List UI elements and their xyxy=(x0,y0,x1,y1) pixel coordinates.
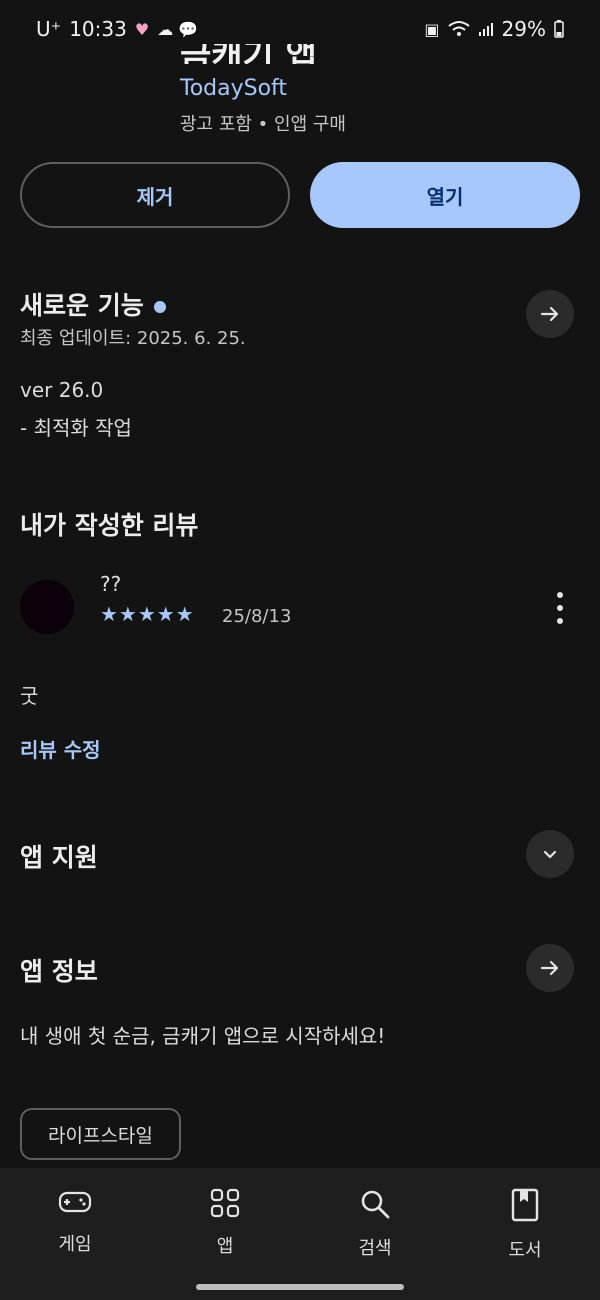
avatar xyxy=(20,580,74,634)
status-right: ▣ 29% xyxy=(424,17,564,41)
reviewer-name: ?? xyxy=(100,572,122,596)
nav-label-apps: 앱 xyxy=(216,1236,234,1257)
app-description: 내 생애 첫 순금, 금캐기 앱으로 시작하세요! xyxy=(20,1024,386,1048)
heart-icon: ♥ xyxy=(134,19,150,39)
arrow-right-icon xyxy=(540,960,559,976)
app-info-arrow-button[interactable] xyxy=(526,944,574,992)
clock: 10:33 xyxy=(69,17,127,41)
chevron-down-icon xyxy=(543,850,557,859)
category-chip[interactable]: 라이프스타일 xyxy=(20,1108,181,1160)
edit-review-link[interactable]: 리뷰 수정 xyxy=(20,734,101,763)
app-support-expand-button[interactable] xyxy=(526,830,574,878)
arrow-right-icon xyxy=(540,306,559,322)
signal-icon xyxy=(478,23,493,36)
search-icon xyxy=(361,1190,390,1219)
book-icon xyxy=(511,1188,539,1222)
release-note: - 최적화 작업 xyxy=(20,416,132,440)
last-updated: 최종 업데이트: 2025. 6. 25. xyxy=(20,328,246,349)
more-options-icon[interactable] xyxy=(548,592,572,624)
developer-link[interactable]: TodaySoft xyxy=(180,76,287,101)
status-bar: U⁺ 10:33 ♥ ☁ 💬 ▣ 29% xyxy=(0,0,600,58)
remove-button[interactable]: 제거 xyxy=(20,162,290,228)
battery-saver-icon: ▣ xyxy=(424,19,440,39)
open-button[interactable]: 열기 xyxy=(310,162,580,228)
battery-icon xyxy=(554,20,564,38)
my-review-title: 내가 작성한 리뷰 xyxy=(20,511,199,540)
nav-label-search: 검색 xyxy=(358,1238,392,1259)
whats-new-header[interactable]: 새로운 기능 xyxy=(20,286,166,322)
app-support-title[interactable]: 앱 지원 xyxy=(20,838,98,874)
app-meta: 광고 포함 • 인앱 구매 xyxy=(180,114,346,135)
review-text: 굿 xyxy=(20,684,39,708)
bottom-navigation: 게임 앱 검색 도서 xyxy=(0,1168,600,1300)
apps-grid-icon xyxy=(210,1188,240,1218)
nav-label-books: 도서 xyxy=(508,1240,542,1261)
app-info-title[interactable]: 앱 정보 xyxy=(20,952,98,988)
new-indicator-dot xyxy=(153,301,166,313)
nav-item-games[interactable]: 게임 xyxy=(0,1188,150,1300)
chat-notification-icon: ☁ 💬 xyxy=(157,19,199,39)
star-rating: ★★★★★ xyxy=(100,602,195,626)
version-text: ver 26.0 xyxy=(20,378,104,402)
gamepad-icon xyxy=(58,1191,92,1213)
carrier-label: U⁺ xyxy=(36,17,62,41)
nav-item-books[interactable]: 도서 xyxy=(450,1188,600,1300)
status-left: U⁺ 10:33 ♥ ☁ 💬 xyxy=(36,17,198,41)
review-date: 25/8/13 xyxy=(222,606,292,627)
whats-new-arrow-button[interactable] xyxy=(526,290,574,338)
whats-new-title: 새로운 기능 xyxy=(20,291,144,320)
home-indicator[interactable] xyxy=(196,1284,404,1290)
nav-label-games: 게임 xyxy=(58,1234,92,1255)
wifi-icon xyxy=(447,21,470,36)
battery-percent: 29% xyxy=(501,17,546,41)
